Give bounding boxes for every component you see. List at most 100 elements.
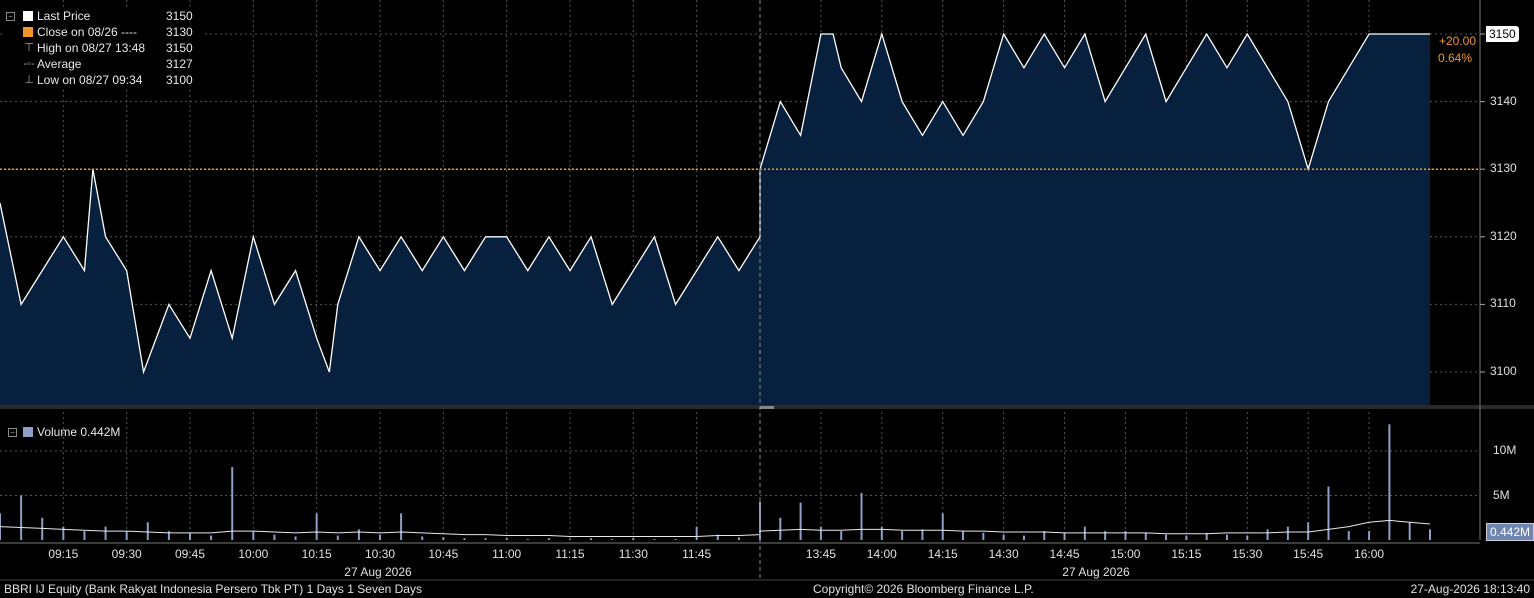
volume-bar: [357, 529, 360, 540]
time-tick-label: 15:45: [1293, 547, 1324, 561]
price-tick-label: 3140: [1490, 93, 1517, 108]
volume-bar: [104, 526, 107, 540]
legend-value: 3127: [166, 57, 193, 71]
legend-label: Close on 08/26 ----: [37, 25, 138, 39]
volume-bar: [1408, 522, 1411, 540]
legend-value: 3100: [166, 73, 193, 87]
volume-bar: [1327, 486, 1330, 540]
legend-prev-close[interactable]: Close on 08/26 ---- 3130: [4, 24, 204, 40]
volume-bar: [421, 536, 424, 540]
volume-bar: [1286, 526, 1289, 540]
price-tick-label: 3110: [1490, 296, 1516, 311]
low-tick-icon: ⊥: [24, 74, 34, 86]
price-volume-chart[interactable]: [0, 0, 1534, 598]
volume-bar: [962, 531, 965, 540]
volume-swatch-icon: [23, 427, 33, 437]
price-legend: − Last Price 3150 Close on 08/26 ---- 31…: [4, 8, 204, 88]
time-tick-label: 11:45: [682, 547, 712, 561]
volume-bar: [294, 536, 297, 540]
prev-close-swatch-icon: [23, 27, 33, 37]
volume-bar: [653, 539, 656, 540]
legend-last-price[interactable]: Last Price 3150: [4, 8, 204, 24]
volume-bar: [1225, 534, 1228, 540]
time-tick-label: 15:15: [1171, 547, 1202, 561]
volume-bar: [737, 537, 740, 540]
legend-value: 3150: [166, 9, 193, 23]
volume-bar: [901, 531, 904, 540]
collapse-toggle-icon[interactable]: −: [8, 428, 17, 437]
pane-resize-handle: [760, 406, 774, 409]
average-line-icon: -◦-: [23, 58, 35, 70]
time-tick-label: 10:45: [428, 547, 459, 561]
legend-high[interactable]: ⊤ High on 08/27 13:48 3150: [4, 40, 204, 56]
volume-bar: [231, 467, 234, 540]
volume-bar: [1266, 529, 1269, 540]
volume-bar: [463, 538, 466, 540]
volume-bar: [674, 539, 677, 540]
volume-average-line: [0, 519, 1431, 537]
volume-bar: [315, 513, 318, 540]
volume-bar: [1063, 532, 1066, 540]
volume-bar: [210, 535, 213, 540]
volume-bar: [400, 513, 403, 540]
volume-bar: [695, 526, 698, 540]
volume-bar: [379, 534, 381, 540]
volume-bar: [189, 532, 191, 540]
volume-bar: [505, 538, 508, 540]
volume-bar: [1022, 535, 1025, 540]
volume-bar: [273, 534, 276, 540]
volume-bar: [880, 526, 883, 540]
volume-bar: [632, 538, 635, 540]
volume-bar: [484, 538, 487, 540]
volume-bar: [83, 531, 86, 540]
volume-legend-label: Volume 0.442M: [37, 425, 121, 439]
time-tick-label: 15:30: [1232, 547, 1263, 561]
time-tick-label: 13:45: [805, 547, 836, 561]
change-abs-label: +20.00: [1438, 34, 1476, 48]
copyright-notice: Copyright© 2026 Bloomberg Finance L.P.: [813, 582, 1034, 596]
last-volume-tag: 0.442M: [1486, 523, 1534, 541]
legend-average[interactable]: -◦- Average 3127: [4, 56, 204, 72]
volume-bar: [611, 539, 614, 540]
volume-bar: [1246, 535, 1249, 540]
time-tick-label: 09:30: [111, 547, 142, 561]
volume-bar: [125, 531, 128, 540]
time-tick-label: 09:15: [48, 547, 79, 561]
volume-bar: [1165, 534, 1168, 540]
legend-label: High on 08/27 13:48: [37, 41, 146, 55]
volume-bar: [62, 526, 65, 540]
volume-bar: [252, 531, 255, 540]
legend-label: Average: [37, 57, 82, 71]
volume-bar: [1368, 531, 1371, 540]
volume-bar: [799, 502, 802, 540]
legend-value: 3150: [166, 41, 193, 55]
volume-bar: [569, 539, 571, 540]
volume-bar: [20, 495, 23, 540]
volume-bar: [779, 517, 782, 540]
volume-bar: [146, 522, 149, 540]
change-pct-label: 0.64%: [1437, 51, 1472, 65]
time-tick-label: 15:00: [1110, 547, 1141, 561]
volume-bar: [840, 531, 843, 540]
time-tick-label: 14:30: [988, 547, 1019, 561]
volume-bar: [860, 492, 863, 540]
volume-tick-label: 5M: [1493, 487, 1510, 502]
price-tick-label: 3120: [1490, 228, 1517, 243]
volume-bar: [941, 513, 944, 540]
price-tick-label: 3130: [1490, 161, 1517, 176]
volume-bar: [921, 529, 924, 540]
last-price-tag: 3150: [1486, 26, 1519, 42]
time-tick-label: 09:45: [174, 547, 206, 561]
legend-low[interactable]: ⊥ Low on 08/27 09:34 3100: [4, 72, 204, 88]
time-tick-label: 14:45: [1049, 547, 1080, 561]
date-label-morning: 27 Aug 2026: [344, 565, 412, 579]
time-tick-label: 11:15: [555, 547, 585, 561]
volume-bar: [336, 535, 339, 540]
volume-bar: [442, 537, 445, 540]
time-tick-label: 11:00: [492, 547, 522, 561]
date-label-afternoon: 27 Aug 2026: [1062, 565, 1130, 579]
volume-bar: [1388, 424, 1391, 540]
security-description: BBRI IJ Equity (Bank Rakyat Indonesia Pe…: [4, 582, 422, 596]
time-tick-label: 16:00: [1354, 547, 1385, 561]
legend-value: 3130: [166, 25, 193, 39]
